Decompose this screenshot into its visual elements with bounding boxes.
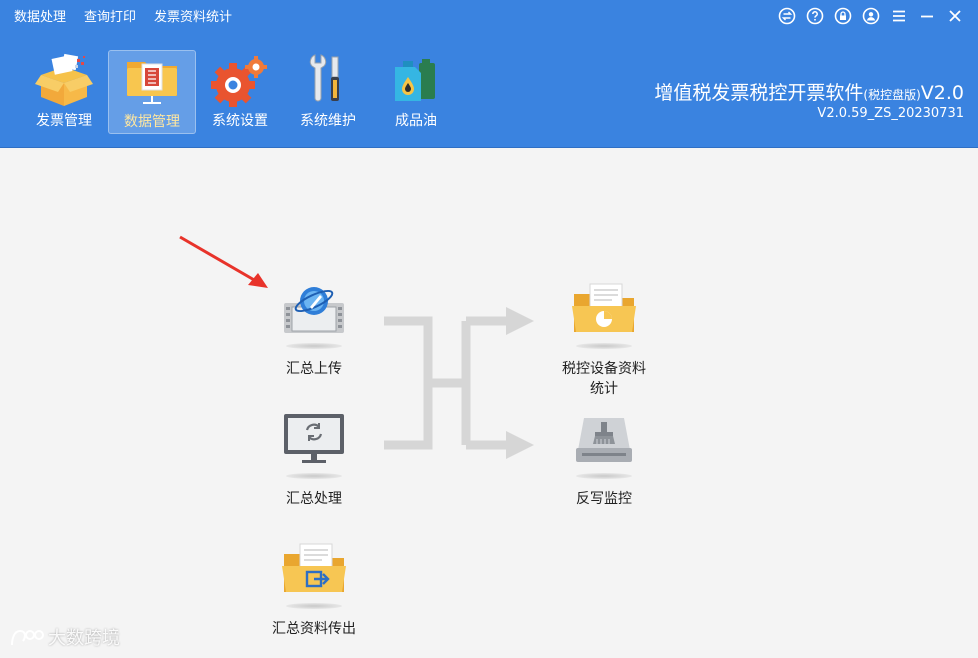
swap-icon[interactable] (778, 7, 796, 25)
summary-process-label: 汇总处理 (286, 491, 342, 507)
watermark-text: 大数跨境 (48, 628, 120, 649)
toolbar-label: 数据管理 (124, 114, 180, 130)
toolbar-label: 成品油 (395, 113, 437, 129)
user-icon[interactable] (862, 7, 880, 25)
stats-folder-icon (568, 277, 640, 341)
header-bar: 数据处理 查询打印 发票资料统计 发票管理 数据管理 系统设置 系统维护 成品油… (0, 0, 978, 148)
oil-can-icon (385, 52, 447, 108)
summary-upload-label: 汇总上传 (286, 361, 342, 377)
device-statistics-label-line1: 税控设备资料 (562, 361, 646, 377)
menu-data-processing[interactable]: 数据处理 (14, 9, 66, 27)
toolbar-data-management[interactable]: 数据管理 (108, 50, 196, 134)
minimize-icon[interactable] (918, 7, 936, 25)
app-version: V2.0.59_ZS_20230731 (817, 106, 964, 121)
watermark: 大数跨境 (8, 624, 120, 650)
icon-shadow (576, 343, 632, 349)
icon-shadow (576, 473, 632, 479)
summary-upload-button[interactable]: 汇总上传 (270, 277, 358, 379)
writeback-monitor-label: 反写监控 (576, 491, 632, 507)
toolbar-refined-oil[interactable]: 成品油 (372, 50, 460, 134)
writeback-monitor-button[interactable]: 反写监控 (560, 407, 648, 509)
data-folder-icon (121, 53, 183, 109)
icon-shadow (286, 343, 342, 349)
toolbar-invoice-management[interactable]: 发票管理 (20, 50, 108, 134)
device-statistics-button[interactable]: 税控设备资料 统计 (548, 277, 660, 399)
lock-icon[interactable] (834, 7, 852, 25)
toolbar-label: 系统维护 (300, 113, 356, 129)
toolbar-system-maintenance[interactable]: 系统维护 (284, 50, 372, 134)
toolbar-system-settings[interactable]: 系统设置 (196, 50, 284, 134)
app-title: 增值税发票税控开票软件(税控盘版)V2.0 (654, 78, 964, 105)
icon-shadow (286, 603, 342, 609)
close-icon[interactable] (946, 7, 964, 25)
app-title-edition: (税控盘版) (863, 88, 921, 102)
summary-export-button[interactable]: 汇总资料传出 (258, 537, 370, 639)
content-area: 汇总上传 汇总处理 汇总资料传出 税控设备资料 统计 反写监控 大数跨境 (0, 149, 978, 658)
window-controls (778, 7, 964, 25)
invoice-box-icon (33, 52, 95, 108)
upload-monitor-icon (278, 277, 350, 341)
menu-icon[interactable] (890, 7, 908, 25)
gears-icon (209, 52, 271, 108)
device-statistics-label: 税控设备资料 统计 (562, 359, 646, 399)
watermark-logo-icon (11, 629, 44, 646)
summary-export-label: 汇总资料传出 (272, 621, 356, 637)
app-title-suffix: V2.0 (920, 82, 964, 104)
export-folder-icon (278, 537, 350, 601)
toolbar-label: 发票管理 (36, 113, 92, 129)
app-title-main: 增值税发票税控开票软件 (654, 82, 864, 104)
menu-invoice-statistics[interactable]: 发票资料统计 (154, 9, 232, 27)
help-icon[interactable] (806, 7, 824, 25)
toolbar-label: 系统设置 (212, 113, 268, 129)
drive-broom-icon (568, 407, 640, 471)
process-monitor-icon (278, 407, 350, 471)
main-toolbar: 发票管理 数据管理 系统设置 系统维护 成品油 (20, 50, 460, 134)
tools-icon (297, 52, 359, 108)
menu-query-print[interactable]: 查询打印 (84, 9, 136, 27)
red-arrow-annotation (179, 235, 268, 288)
flow-connector (384, 307, 534, 459)
summary-process-button[interactable]: 汇总处理 (270, 407, 358, 509)
device-statistics-label-line2: 统计 (590, 381, 618, 397)
icon-shadow (286, 473, 342, 479)
menubar: 数据处理 查询打印 发票资料统计 (14, 9, 232, 27)
